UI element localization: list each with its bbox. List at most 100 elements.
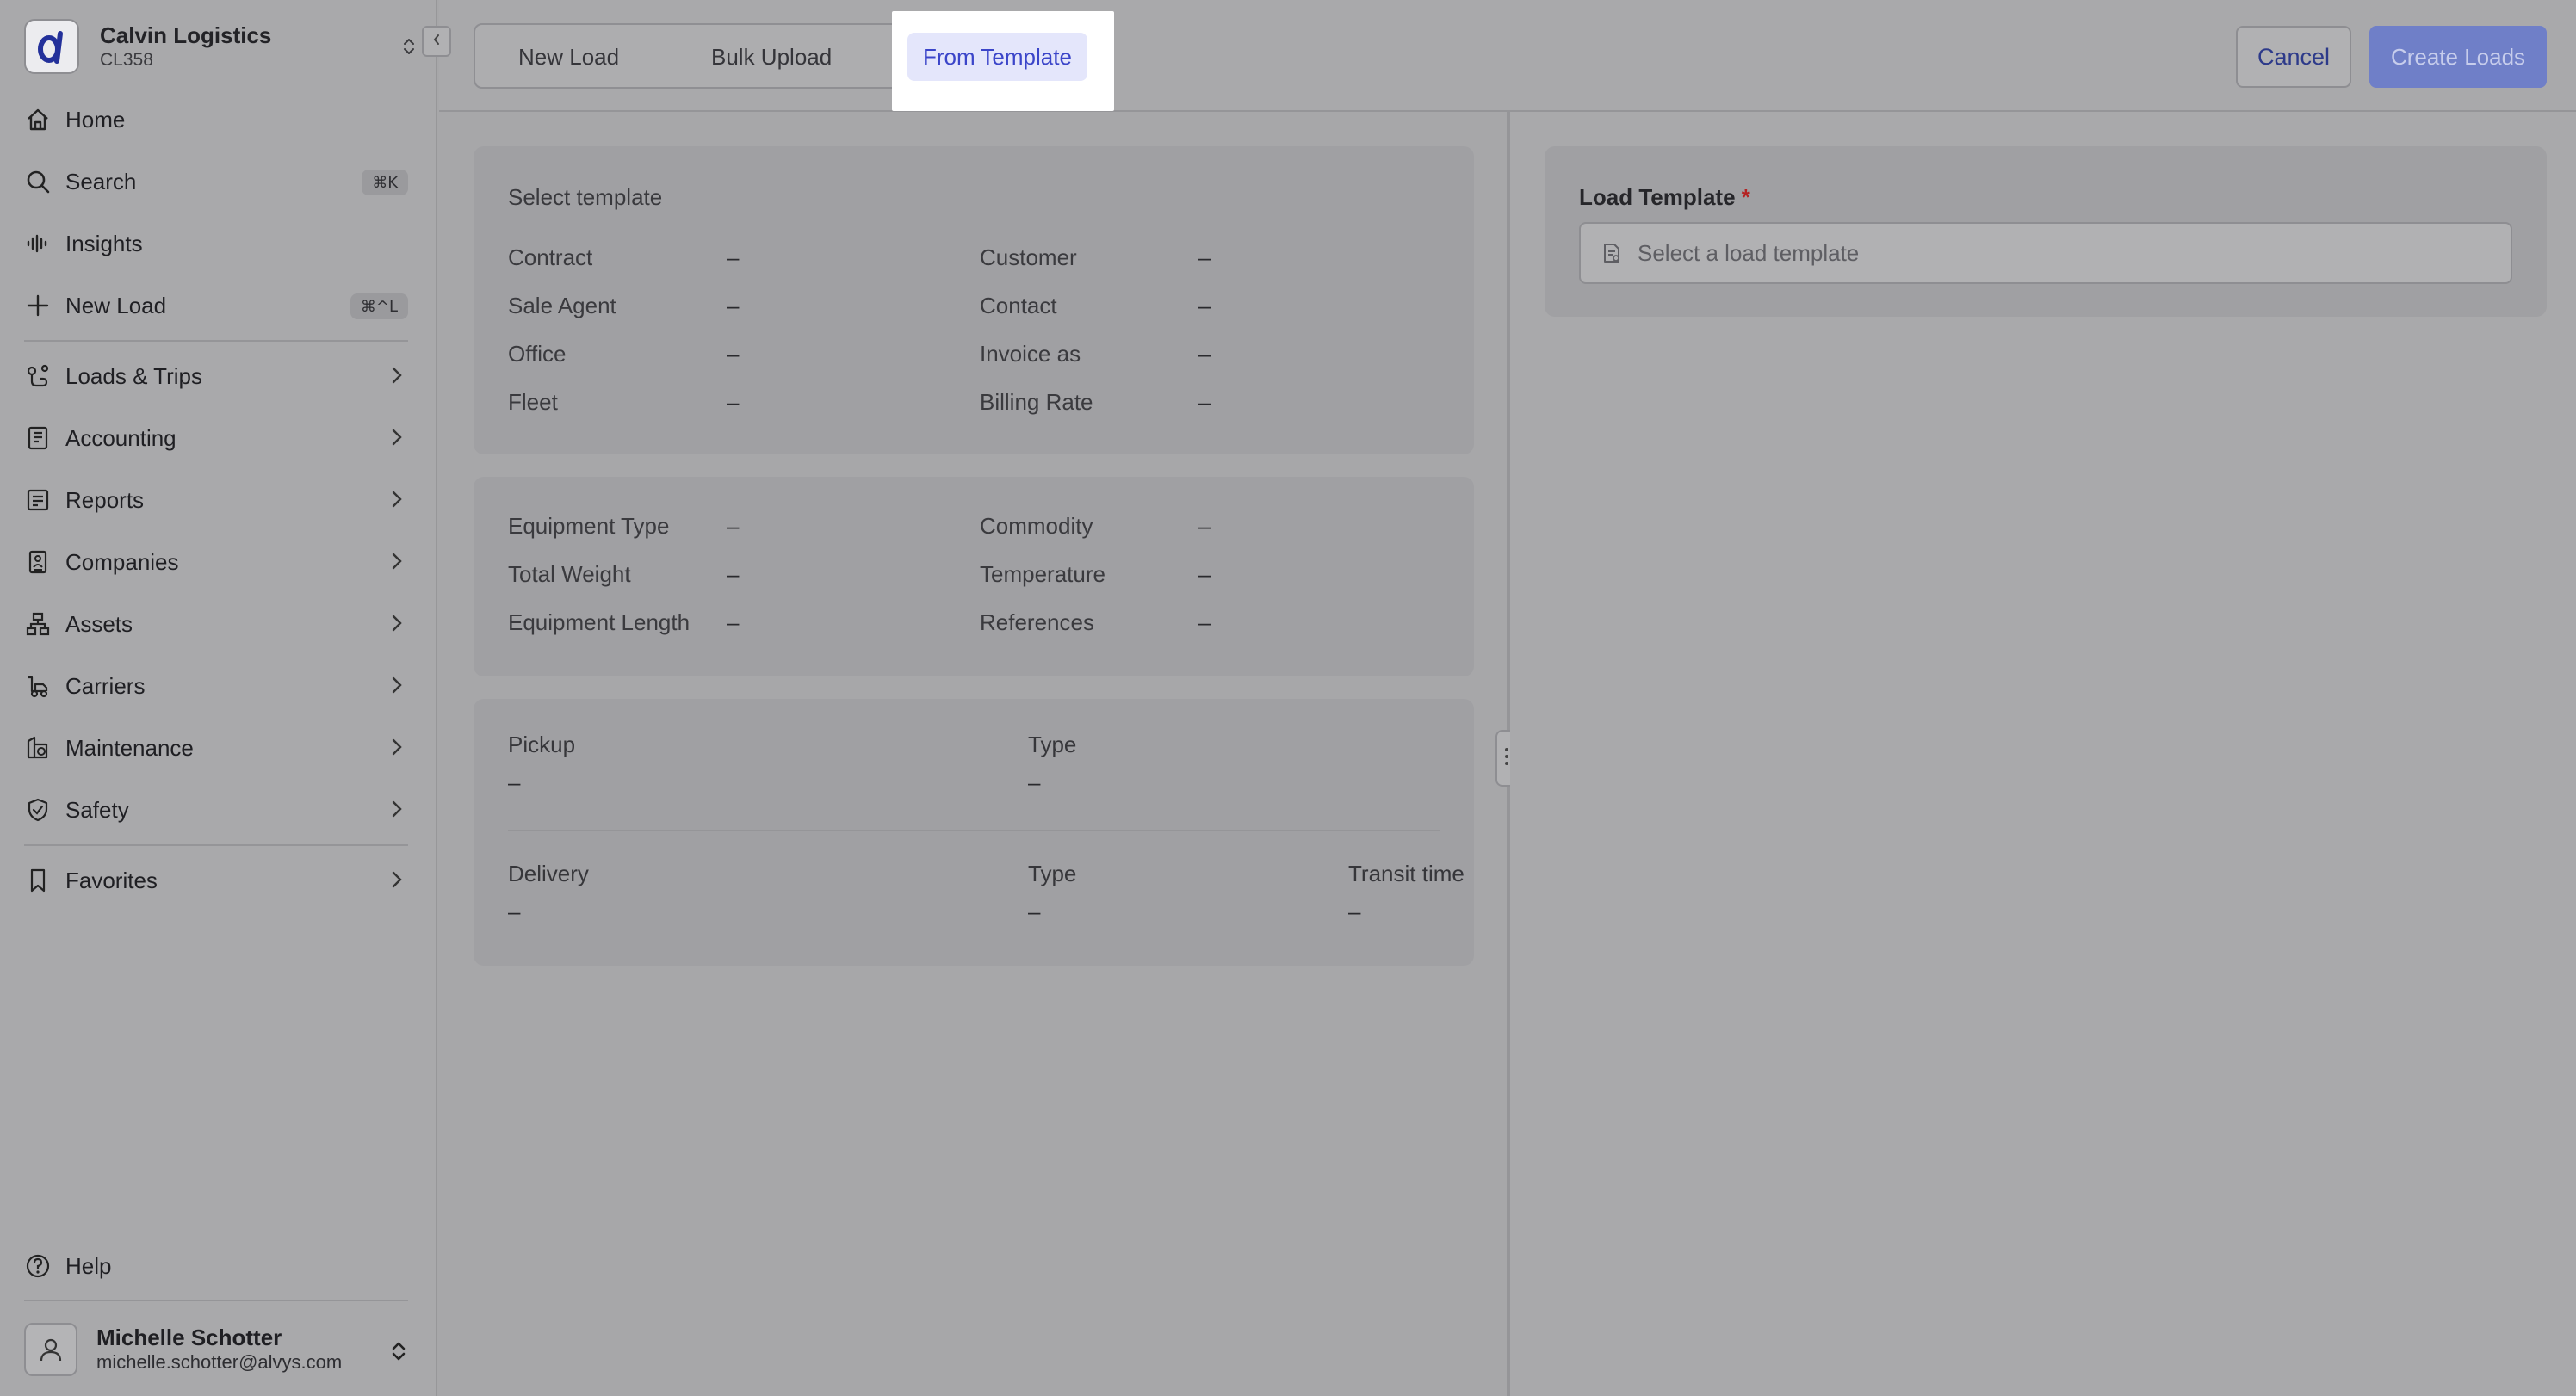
temperature-label: Temperature xyxy=(980,561,1105,587)
org-code: CL358 xyxy=(100,50,153,70)
nav-reports-label: Reports xyxy=(65,486,145,513)
office-label: Office xyxy=(508,341,567,367)
cancel-button[interactable]: Cancel xyxy=(2236,26,2351,88)
chevron-up-down-icon[interactable] xyxy=(389,1339,408,1368)
load-template-placeholder: Select a load template xyxy=(1638,239,1860,266)
nav-new-load-label: New Load xyxy=(65,292,167,318)
chevron-right-icon xyxy=(391,428,403,451)
truck-icon xyxy=(22,670,53,701)
summary-title: Select template xyxy=(508,184,663,210)
route-pin-icon xyxy=(22,361,53,392)
chevron-right-icon xyxy=(391,490,403,513)
chevron-right-icon xyxy=(391,738,403,761)
commodity-label: Commodity xyxy=(980,513,1093,539)
nav-home[interactable]: Home xyxy=(22,96,408,144)
plus-icon xyxy=(22,290,53,321)
load-template-label: Load Template * xyxy=(1579,184,1750,211)
chevron-left-icon xyxy=(431,33,442,51)
chevron-right-icon xyxy=(391,676,403,699)
equipment-card: Equipment Type – Commodity – Total Weigh… xyxy=(474,477,1474,676)
tab-new-load[interactable]: New Load xyxy=(489,33,648,81)
page-header: New Load Bulk Upload From Template Cance… xyxy=(439,0,2576,112)
chevron-right-icon xyxy=(391,800,403,823)
chevron-right-icon xyxy=(391,552,403,575)
nav-assets[interactable]: Assets xyxy=(22,600,408,648)
delivery-label: Delivery xyxy=(508,861,589,886)
nav-safety-label: Safety xyxy=(65,796,129,823)
hierarchy-icon xyxy=(22,608,53,639)
contract-value: – xyxy=(727,244,740,270)
new-load-shortcut-badge: ⌘^L xyxy=(350,293,408,319)
nav-favorites[interactable]: Favorites xyxy=(22,856,408,905)
alvys-logo xyxy=(24,19,79,74)
user-menu[interactable]: Michelle Schotter michelle.schotter@alvy… xyxy=(24,1322,408,1377)
sale-agent-value: – xyxy=(727,293,740,318)
sale-agent-label: Sale Agent xyxy=(508,293,616,318)
user-email: michelle.schotter@alvys.com xyxy=(96,1351,343,1373)
nav-loads-trips[interactable]: Loads & Trips xyxy=(22,352,408,400)
nav-carriers[interactable]: Carriers xyxy=(22,662,408,710)
create-loads-button[interactable]: Create Loads xyxy=(2369,26,2547,88)
nav-maintenance-label: Maintenance xyxy=(65,734,194,761)
nav-reports[interactable]: Reports xyxy=(22,476,408,524)
equipment-length-value: – xyxy=(727,609,740,635)
pickup-value: – xyxy=(508,769,521,795)
avatar xyxy=(24,1323,77,1376)
template-file-icon xyxy=(1600,241,1624,265)
template-select-pane: Load Template * Select a load template xyxy=(1510,112,2576,1396)
total-weight-value: – xyxy=(727,561,740,587)
nav-carriers-label: Carriers xyxy=(65,672,146,699)
transit-time-value: – xyxy=(1348,899,1361,924)
references-label: References xyxy=(980,609,1094,635)
nav-safety[interactable]: Safety xyxy=(22,786,408,834)
total-weight-label: Total Weight xyxy=(508,561,631,587)
search-icon xyxy=(22,166,53,197)
contact-value: – xyxy=(1198,293,1211,318)
billing-rate-label: Billing Rate xyxy=(980,389,1093,415)
search-shortcut-badge: ⌘K xyxy=(362,170,408,195)
delivery-type-label: Type xyxy=(1028,861,1077,886)
home-icon xyxy=(22,104,53,135)
office-value: – xyxy=(727,341,740,367)
references-value: – xyxy=(1198,609,1211,635)
load-template-card: Load Template * Select a load template xyxy=(1545,146,2547,317)
nav-insights[interactable]: Insights xyxy=(22,219,408,268)
chevron-up-down-icon[interactable] xyxy=(401,36,417,61)
chevron-right-icon xyxy=(391,366,403,389)
fleet-label: Fleet xyxy=(508,389,558,415)
nav-maintenance[interactable]: Maintenance xyxy=(22,724,408,772)
nav-assets-label: Assets xyxy=(65,610,133,637)
org-switcher[interactable]: Calvin Logistics CL358 xyxy=(24,19,417,74)
delivery-type-value: – xyxy=(1028,899,1041,924)
template-preview-pane: Select template Contract – Customer – Sa… xyxy=(439,112,1508,1396)
nav-help[interactable]: Help xyxy=(22,1242,408,1290)
required-asterisk: * xyxy=(1741,184,1750,210)
sidebar-divider xyxy=(24,340,408,342)
commodity-value: – xyxy=(1198,513,1211,539)
nav-search[interactable]: Search ⌘K xyxy=(22,158,408,206)
collapse-sidebar-button[interactable] xyxy=(422,26,451,57)
org-name: Calvin Logistics xyxy=(100,22,272,48)
invoice-as-label: Invoice as xyxy=(980,341,1081,367)
tab-bulk-upload[interactable]: Bulk Upload xyxy=(682,33,861,81)
temperature-value: – xyxy=(1198,561,1211,587)
contact-label: Contact xyxy=(980,293,1057,318)
nav-accounting-label: Accounting xyxy=(65,424,176,451)
nav-new-load[interactable]: New Load ⌘^L xyxy=(22,281,408,330)
insights-icon xyxy=(22,228,53,259)
maintenance-icon xyxy=(22,732,53,763)
nav-companies[interactable]: Companies xyxy=(22,538,408,586)
sidebar: Calvin Logistics CL358 Home Search ⌘K In… xyxy=(0,0,437,1396)
summary-card: Select template Contract – Customer – Sa… xyxy=(474,146,1474,454)
transit-time-label: Transit time xyxy=(1348,861,1464,886)
user-name: Michelle Schotter xyxy=(96,1325,282,1350)
customer-value: – xyxy=(1198,244,1211,270)
stops-divider xyxy=(508,830,1440,831)
equipment-length-label: Equipment Length xyxy=(508,609,690,635)
nav-accounting[interactable]: Accounting xyxy=(22,414,408,462)
chevron-right-icon xyxy=(391,870,403,893)
load-template-select[interactable]: Select a load template xyxy=(1579,222,2512,284)
delivery-value: – xyxy=(508,899,521,924)
sidebar-divider xyxy=(24,844,408,846)
tab-from-template[interactable]: From Template xyxy=(907,33,1087,81)
